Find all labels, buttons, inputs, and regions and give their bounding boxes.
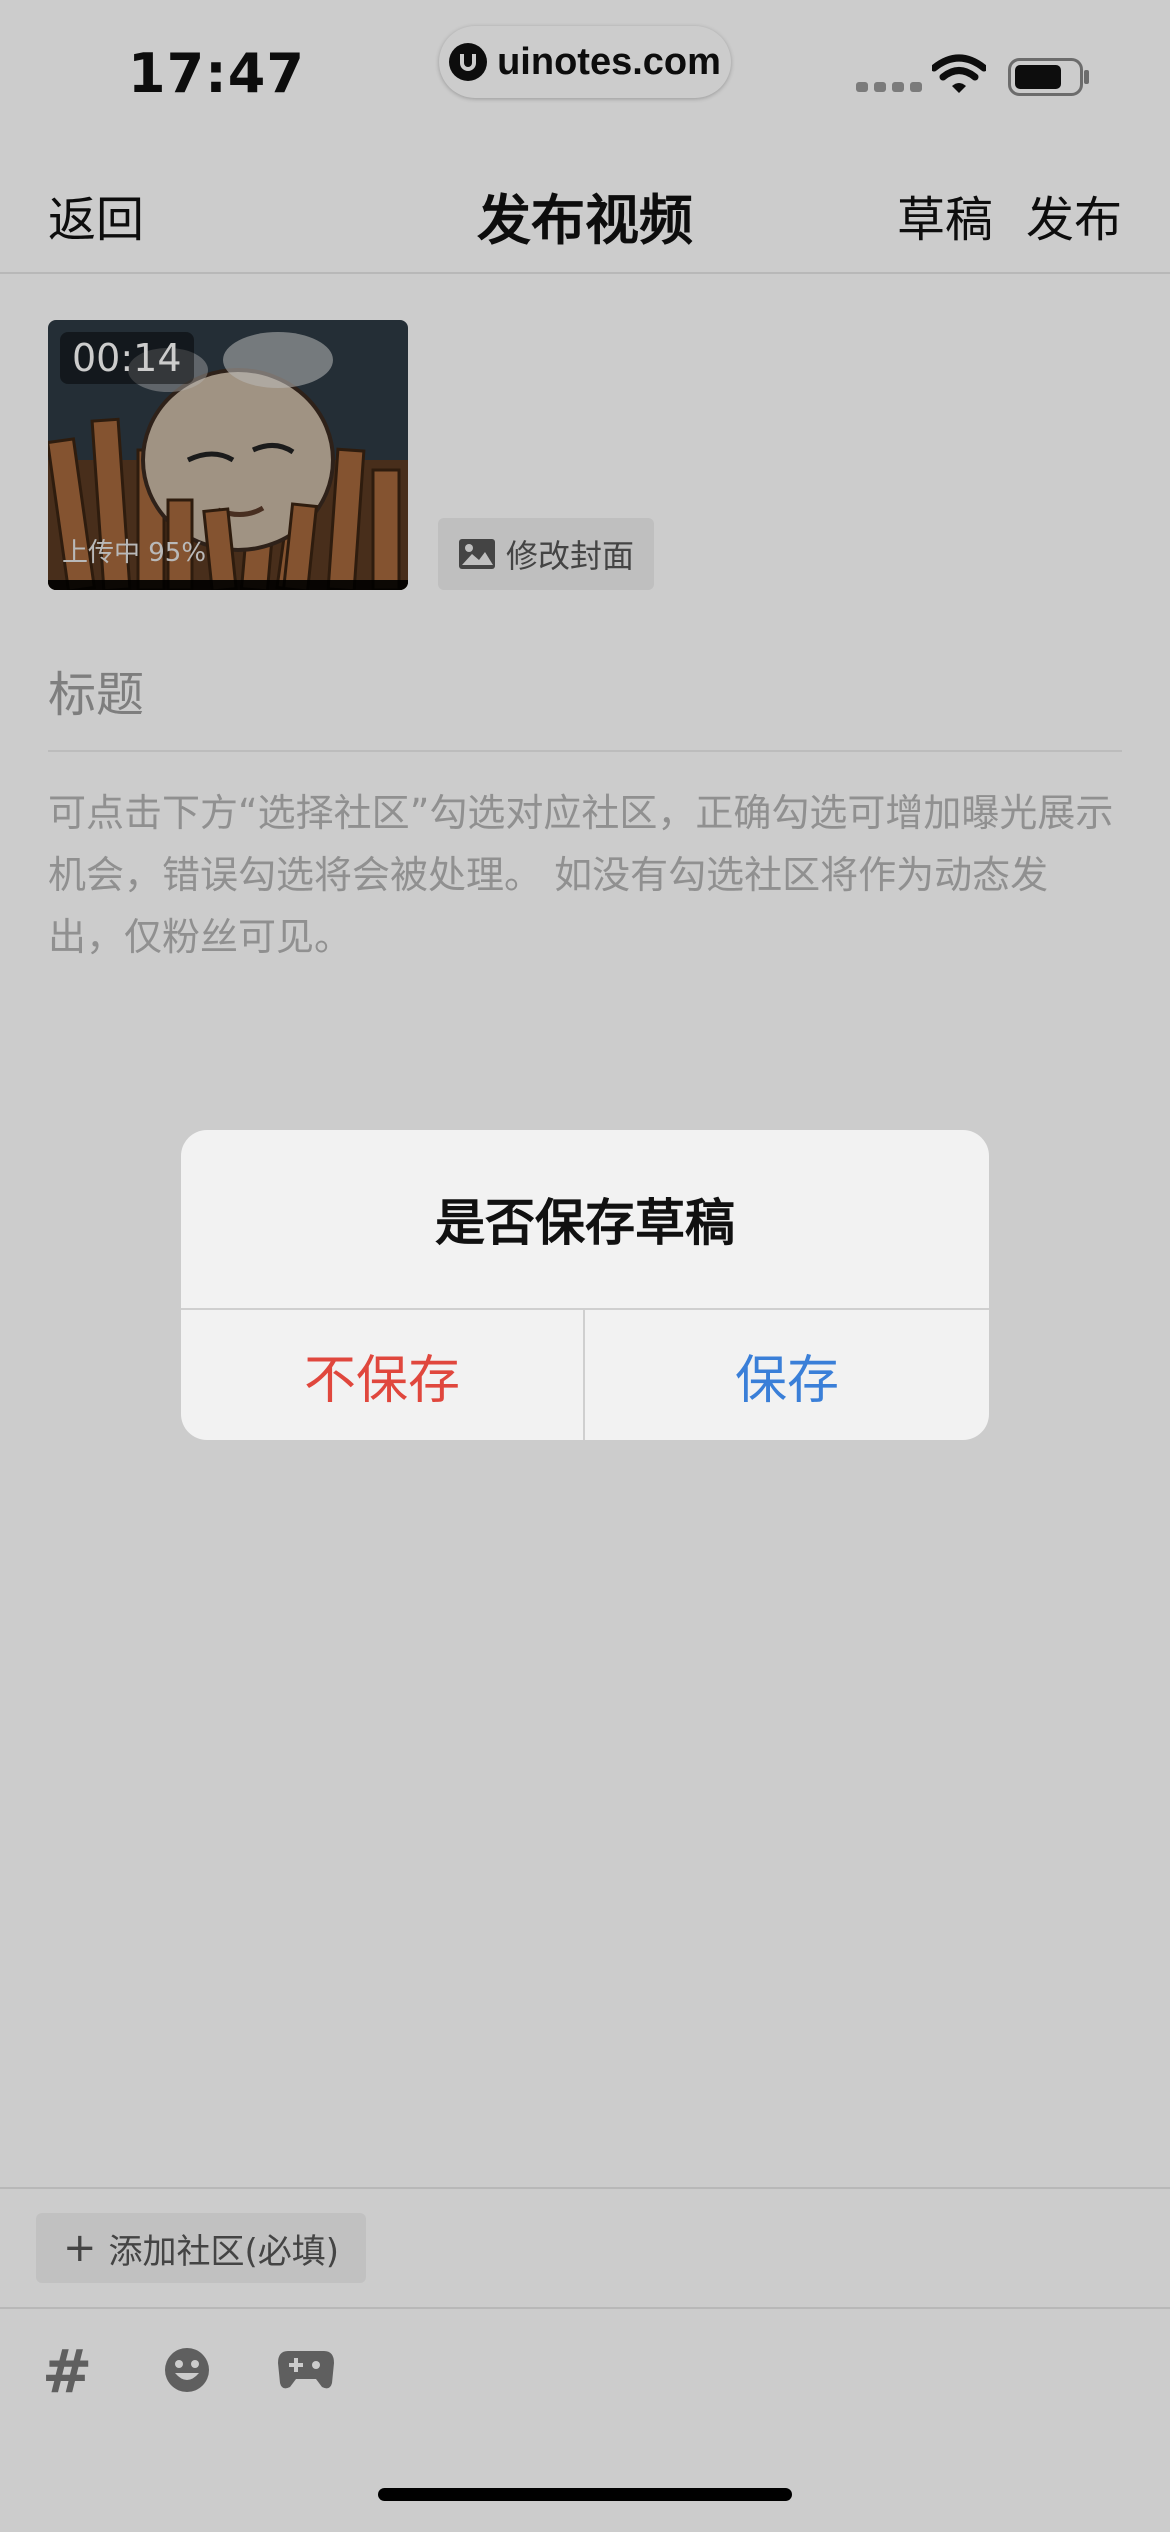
save-draft-dialog: 是否保存草稿 不保存 保存 xyxy=(181,1130,989,1440)
save-button[interactable]: 保存 xyxy=(585,1310,989,1440)
dont-save-button[interactable]: 不保存 xyxy=(181,1310,585,1440)
dialog-title: 是否保存草稿 xyxy=(181,1130,989,1310)
